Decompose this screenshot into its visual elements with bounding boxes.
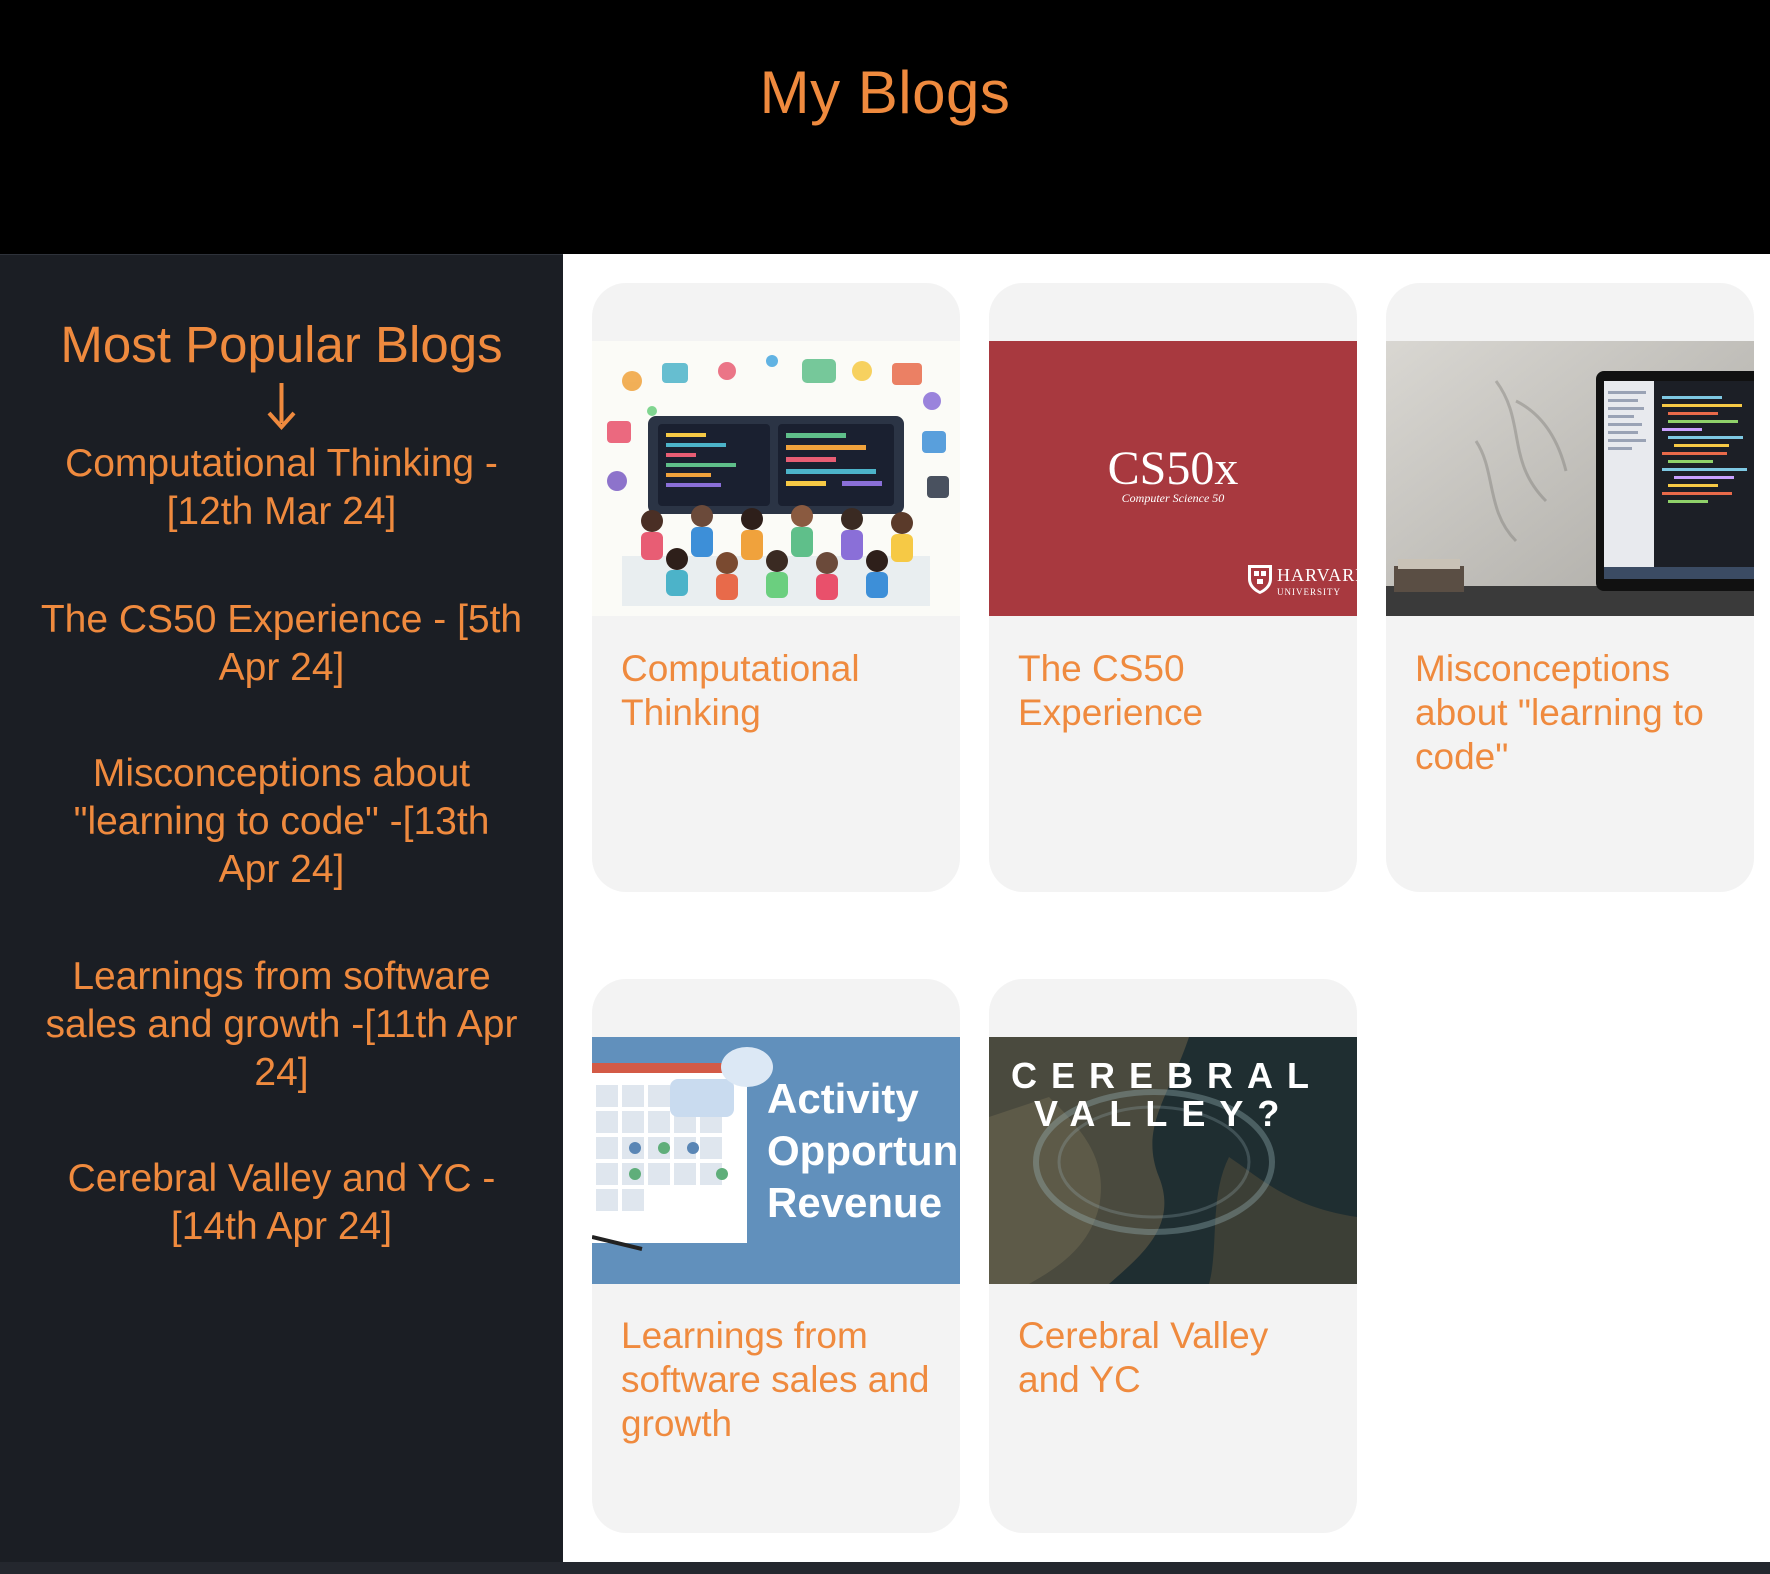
graphic-revenue-text: Revenue <box>767 1179 943 1226</box>
blog-card-computational-thinking[interactable]: Computational Thinking <box>592 283 960 892</box>
card-title: Cerebral Valley and YC <box>1018 1315 1269 1400</box>
harvard-shield-icon <box>1248 565 1272 594</box>
blog-card-misconceptions[interactable]: Misconceptions about "learning to code" <box>1386 283 1754 892</box>
blog-card-cs50-experience[interactable]: CS50x Computer Science 50 HARVARD UNIVER… <box>989 283 1357 892</box>
graphic-activity-text: Activity <box>767 1075 919 1122</box>
graphic-opportunity-text: Opportunity <box>767 1127 960 1174</box>
popular-blogs-heading: Most Popular Blogs <box>60 316 503 373</box>
blog-card-grid: Computational Thinking CS50x Computer Sc… <box>563 254 1770 1562</box>
site-header: My Blogs <box>0 0 1770 254</box>
popular-blogs-sidebar: Most Popular Blogs Computational Thinkin… <box>0 254 563 1562</box>
harvard-wordmark: HARVARD <box>1277 565 1357 585</box>
page-bottom-bar <box>0 1562 1770 1574</box>
card-title: Misconceptions about "learning to code" <box>1415 648 1704 777</box>
cs50x-banner: CS50x Computer Science 50 HARVARD UNIVER… <box>989 341 1357 616</box>
blog-card-cerebral-valley[interactable]: CEREBRAL VALLEY? Cerebral Valley and YC <box>989 979 1357 1533</box>
popular-link-cs50-experience[interactable]: The CS50 Experience - [5th Apr 24] <box>40 596 523 692</box>
cs50x-subtitle: Computer Science 50 <box>1121 491 1225 505</box>
cs50x-logo-text: CS50x <box>1107 442 1239 495</box>
graphic-valley-text: VALLEY? <box>1034 1093 1294 1134</box>
laptop-code-photo <box>1386 341 1754 616</box>
arrow-down-icon <box>267 383 296 431</box>
popular-link-computational-thinking[interactable]: Computational Thinking - [12th Mar 24] <box>40 440 523 536</box>
popular-link-cerebral-valley[interactable]: Cerebral Valley and YC - [14th Apr 24] <box>40 1155 523 1251</box>
card-title: Computational Thinking <box>621 648 860 733</box>
kids-coding-illustration <box>592 341 960 616</box>
blog-card-software-sales[interactable]: Activity Opportunity Revenue Learnings f… <box>592 979 960 1533</box>
card-title: The CS50 Experience <box>1018 648 1204 733</box>
harvard-university-label: UNIVERSITY <box>1277 587 1341 597</box>
activity-opportunity-revenue-graphic: Activity Opportunity Revenue <box>592 1037 960 1284</box>
card-title: Learnings from software sales and growth <box>621 1315 930 1444</box>
popular-link-misconceptions[interactable]: Misconceptions about "learning to code" … <box>40 750 523 894</box>
cerebral-valley-map: CEREBRAL VALLEY? <box>989 1037 1357 1284</box>
site-title: My Blogs <box>759 59 1011 126</box>
graphic-cerebral-text: CEREBRAL <box>1011 1055 1324 1096</box>
popular-link-software-sales[interactable]: Learnings from software sales and growth… <box>40 953 523 1097</box>
